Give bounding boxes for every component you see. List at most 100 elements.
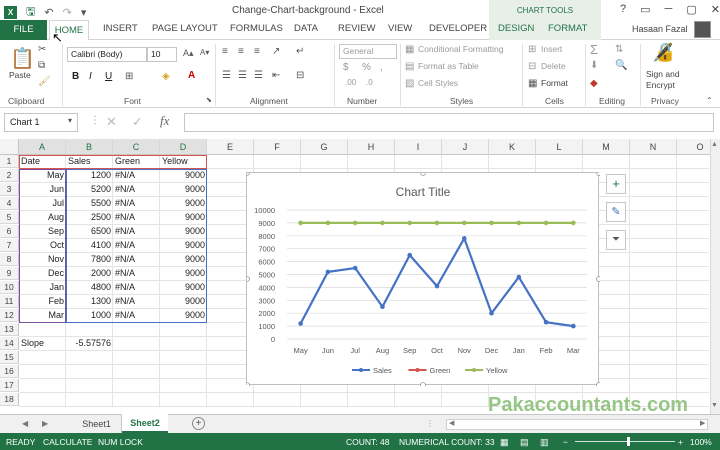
user-name[interactable]: Hasaan Fazal — [632, 24, 688, 34]
customize-qat-icon[interactable]: ▾ — [81, 6, 87, 19]
tab-design[interactable]: DESIGN — [498, 23, 534, 34]
encrypt-label[interactable]: Encrypt — [646, 80, 675, 90]
row-header-7[interactable]: 7 — [0, 239, 19, 252]
column-header-B[interactable]: B — [66, 139, 113, 155]
row-header-5[interactable]: 5 — [0, 211, 19, 224]
autosum-button[interactable]: Σ — [590, 42, 598, 57]
new-sheet-icon[interactable]: + — [192, 417, 205, 430]
redo-icon[interactable]: ↷ — [63, 6, 72, 19]
avatar[interactable] — [694, 21, 711, 38]
tab-view[interactable]: VIEW — [388, 23, 412, 34]
find-select-icon[interactable]: 🔍 — [615, 60, 627, 71]
cell[interactable]: Date — [21, 155, 64, 168]
cell[interactable]: 5500 — [68, 197, 111, 210]
cell[interactable]: 4800 — [68, 281, 111, 294]
format-cells-button[interactable]: Format — [541, 78, 568, 88]
wrap-text-icon[interactable]: ↵ — [296, 46, 304, 57]
insert-cells-button[interactable]: Insert — [541, 44, 562, 54]
vertical-scrollbar[interactable] — [710, 139, 720, 414]
cell[interactable]: Jan — [21, 281, 64, 294]
row-header-17[interactable]: 17 — [0, 379, 19, 392]
column-header-H[interactable]: H — [348, 139, 395, 155]
cell[interactable]: #N/A — [115, 225, 158, 238]
cell[interactable]: 1000 — [68, 309, 111, 322]
row-header-9[interactable]: 9 — [0, 267, 19, 280]
collapse-ribbon-icon[interactable]: ⌃ — [706, 96, 713, 105]
row-header-13[interactable]: 13 — [0, 323, 19, 336]
cell[interactable]: 5200 — [68, 183, 111, 196]
cell[interactable]: 2000 — [68, 267, 111, 280]
minimize-icon[interactable]: ─ — [665, 3, 673, 16]
cell[interactable]: 9000 — [162, 309, 205, 322]
cell[interactable]: 9000 — [162, 267, 205, 280]
page-layout-view-icon[interactable]: ▤ — [520, 437, 529, 448]
cell[interactable]: Nov — [21, 253, 64, 266]
scroll-right-icon[interactable]: ▶ — [700, 419, 705, 427]
insert-cells-icon[interactable]: ⊞ — [528, 44, 536, 55]
chart-area[interactable]: Chart Title 0 1000 2000 3000 4000 5000 6000 7000… — [244, 170, 602, 388]
cell[interactable]: Feb — [21, 295, 64, 308]
cell[interactable]: 9000 — [162, 281, 205, 294]
zoom-level[interactable]: 100% — [690, 437, 712, 447]
sort-filter-icon[interactable]: ⇅ — [615, 44, 623, 55]
sign-encrypt-icon[interactable]: 🔏 — [652, 42, 674, 63]
tab-insert[interactable]: INSERT — [103, 23, 138, 34]
column-header-J[interactable]: J — [442, 139, 489, 155]
select-all-corner[interactable] — [0, 139, 19, 155]
format-table-icon[interactable]: ▤ — [405, 61, 414, 72]
format-as-table-button[interactable]: Format as Table — [418, 61, 479, 71]
align-bottom-icon[interactable]: ≡ — [254, 46, 260, 57]
row-header-4[interactable]: 4 — [0, 197, 19, 210]
font-dialog-launcher-icon[interactable]: ⬊ — [206, 96, 212, 104]
align-center-icon[interactable]: ☰ — [238, 70, 247, 81]
cell[interactable]: 9000 — [162, 169, 205, 182]
close-icon[interactable]: ✕ — [711, 3, 720, 16]
cell[interactable]: #N/A — [115, 253, 158, 266]
fill-color-icon[interactable]: ◈ — [162, 71, 170, 82]
cell[interactable]: #N/A — [115, 281, 158, 294]
column-header-L[interactable]: L — [536, 139, 583, 155]
delete-cells-icon[interactable]: ⊟ — [528, 61, 536, 72]
tab-review[interactable]: REVIEW — [338, 23, 375, 34]
cell[interactable]: 9000 — [162, 197, 205, 210]
tab-developer[interactable]: DEVELOPER — [429, 23, 487, 34]
tab-format[interactable]: FORMAT — [548, 23, 587, 34]
zoom-out-icon[interactable]: − — [563, 437, 568, 447]
sign-and-label[interactable]: Sign and — [646, 69, 680, 79]
cell[interactable]: #N/A — [115, 183, 158, 196]
chart-filters-button[interactable]: ⏷ — [606, 230, 626, 250]
cell[interactable]: 4100 — [68, 239, 111, 252]
chart-styles-button[interactable]: ✎ — [606, 202, 626, 222]
cell[interactable]: #N/A — [115, 309, 158, 322]
cell[interactable]: #N/A — [115, 197, 158, 210]
row-header-15[interactable]: 15 — [0, 351, 19, 364]
column-header-C[interactable]: C — [113, 139, 160, 155]
cell[interactable]: Sales — [68, 155, 111, 168]
chart-elements-button[interactable]: + — [606, 174, 626, 194]
cell[interactable]: 9000 — [162, 211, 205, 224]
scroll-up-icon[interactable]: ▲ — [711, 141, 718, 148]
maximize-icon[interactable]: ▢ — [686, 3, 696, 16]
cell[interactable]: 7800 — [68, 253, 111, 266]
borders-icon[interactable]: ⊞ — [125, 71, 133, 82]
prev-sheet-icon[interactable]: ◀ — [22, 419, 28, 428]
row-header-14[interactable]: 14 — [0, 337, 19, 350]
tab-page-layout[interactable]: PAGE LAYOUT — [152, 23, 218, 34]
status-calculate[interactable]: CALCULATE — [43, 437, 92, 447]
undo-icon[interactable]: ↶ — [44, 6, 53, 19]
font-color-icon[interactable]: A — [188, 70, 195, 81]
comma-icon[interactable]: , — [380, 62, 383, 73]
row-header-12[interactable]: 12 — [0, 309, 19, 322]
cell[interactable]: Oct — [21, 239, 64, 252]
format-cells-icon[interactable]: ▦ — [528, 78, 537, 89]
cell[interactable]: 9000 — [162, 225, 205, 238]
currency-button[interactable]: $ — [343, 62, 349, 73]
cell[interactable]: 9000 — [162, 253, 205, 266]
ribbon-display-icon[interactable]: ▭ — [640, 3, 650, 16]
column-header-A[interactable]: A — [19, 139, 66, 155]
grow-font-icon[interactable]: A▴ — [183, 48, 194, 59]
italic-button[interactable]: I — [89, 71, 92, 82]
row-header-11[interactable]: 11 — [0, 295, 19, 308]
cell[interactable]: -5.57576 — [68, 337, 111, 350]
paste-icon[interactable]: 📋 — [10, 46, 35, 71]
